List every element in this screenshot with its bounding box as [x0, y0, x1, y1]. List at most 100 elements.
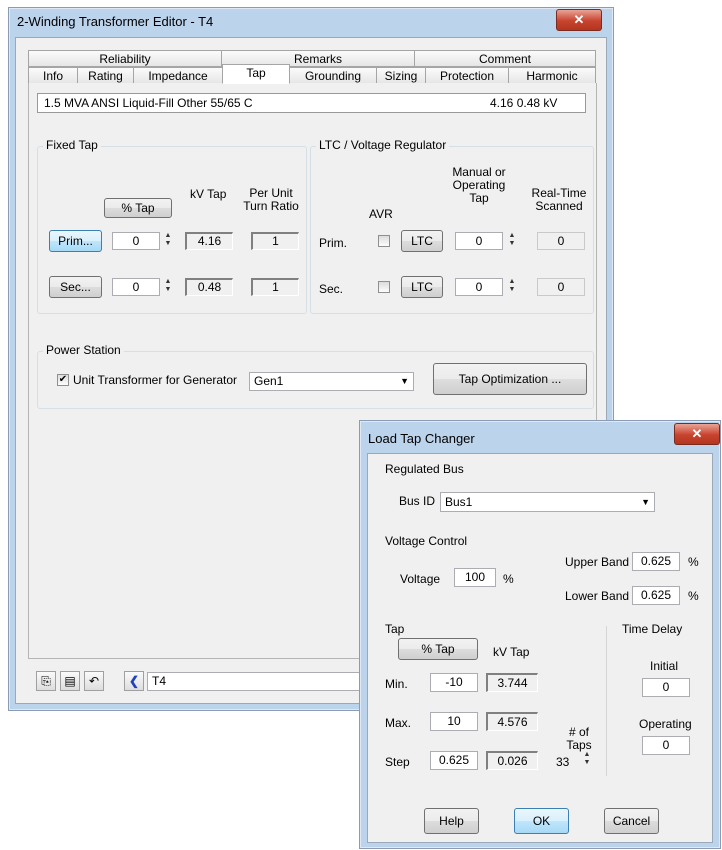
tab-sizing[interactable]: Sizing: [376, 67, 426, 84]
ltc-prim-label: Prim.: [319, 236, 347, 250]
tab-label: Protection: [439, 69, 495, 83]
cancel-button[interactable]: Cancel: [604, 808, 659, 834]
pct-tap-button[interactable]: % Tap: [104, 198, 172, 218]
num-taps-spinner[interactable]: ▲ ▼: [581, 751, 593, 769]
max-kv-field: 4.576: [486, 712, 538, 731]
regulated-bus-label: Regulated Bus: [385, 462, 464, 476]
element-id-value: T4: [152, 674, 167, 688]
element-id-select[interactable]: T4: [147, 672, 367, 691]
undo-icon[interactable]: ↶: [84, 671, 104, 691]
tab-reliability[interactable]: Reliability: [28, 50, 222, 67]
prim-manual-tap-spinner[interactable]: ▲ ▼: [506, 232, 518, 250]
generator-value: Gen1: [254, 374, 284, 388]
sec-avr-checkbox[interactable]: [378, 281, 390, 293]
lower-band-label: Lower Band: [565, 589, 630, 603]
tab-harmonic[interactable]: Harmonic: [508, 67, 596, 84]
previous-icon[interactable]: ❮: [124, 671, 144, 691]
tab-label: Rating: [88, 69, 123, 83]
tap-label: Tap: [385, 622, 405, 636]
info-kv: 4.16 0.48 kV: [490, 96, 558, 110]
prim-kv-field[interactable]: 4.16: [185, 232, 233, 250]
title-bar[interactable]: 2-Winding Transformer Editor - T4 ✕: [9, 8, 613, 36]
sec-button[interactable]: Sec...: [49, 276, 102, 298]
tab-comment[interactable]: Comment: [414, 50, 596, 67]
upper-band-field[interactable]: 0.625: [632, 552, 680, 571]
copy-icon[interactable]: ⎘: [36, 671, 56, 691]
lower-band-unit: %: [688, 589, 699, 603]
sec-ltc-button[interactable]: LTC: [401, 276, 443, 298]
min-label: Min.: [385, 677, 408, 691]
dialog-title-bar[interactable]: Load Tap Changer ✕: [360, 421, 720, 449]
bus-id-select[interactable]: Bus1 ▼: [440, 492, 655, 512]
prim-pu-field[interactable]: 1: [251, 232, 299, 250]
upper-band-unit: %: [688, 555, 699, 569]
ltc-label: LTC / Voltage Regulator: [316, 138, 450, 152]
bus-id-label: Bus ID: [399, 494, 436, 508]
initial-field[interactable]: 0: [642, 678, 690, 697]
realtime-header: Real-Time Scanned: [531, 186, 587, 213]
tab-label: Info: [42, 69, 63, 83]
prim-tap-spinner[interactable]: ▲ ▼: [162, 232, 174, 250]
sec-pu-field[interactable]: 1: [251, 278, 299, 296]
max-tap-field[interactable]: 10: [430, 712, 478, 731]
dialog-client-area: Regulated Bus Bus ID Bus1 ▼ Voltage Cont…: [367, 453, 713, 843]
unit-transformer-checkbox[interactable]: ✔: [57, 374, 69, 386]
manual-tap-header: Manual or Operating Tap: [452, 165, 506, 205]
tab-protection[interactable]: Protection: [425, 67, 509, 84]
prim-ltc-button[interactable]: LTC: [401, 230, 443, 252]
ok-button[interactable]: OK: [514, 808, 569, 834]
lower-band-field[interactable]: 0.625: [632, 586, 680, 605]
close-button[interactable]: ✕: [556, 9, 602, 31]
prim-tap-field[interactable]: 0: [112, 232, 160, 250]
tab-tap[interactable]: Tap: [222, 64, 290, 84]
voltage-label: Voltage: [400, 572, 441, 586]
unit-transformer-label: Unit Transformer for Generator: [73, 373, 238, 387]
power-station-label: Power Station: [43, 343, 124, 357]
tab-grounding[interactable]: Grounding: [289, 67, 377, 84]
voltage-field[interactable]: 100: [454, 568, 496, 587]
help-button[interactable]: Help: [424, 808, 479, 834]
time-delay-label: Time Delay: [622, 622, 683, 636]
num-taps-value[interactable]: 33: [556, 755, 569, 769]
generator-select[interactable]: Gen1 ▼: [249, 372, 414, 391]
prim-avr-checkbox[interactable]: [378, 235, 390, 247]
window-title: 2-Winding Transformer Editor - T4: [17, 14, 214, 29]
sec-tap-field[interactable]: 0: [112, 278, 160, 296]
paste-icon[interactable]: ▤: [60, 671, 80, 691]
fixed-tap-label: Fixed Tap: [43, 138, 101, 152]
sec-kv-field[interactable]: 0.48: [185, 278, 233, 296]
chevron-down-icon: ▼: [400, 376, 409, 386]
sec-tap-spinner[interactable]: ▲ ▼: [162, 278, 174, 296]
pu-turn-ratio-header: Per Unit Turn Ratio: [243, 186, 299, 213]
time-delay-divider: [606, 626, 607, 776]
tab-label: Remarks: [293, 52, 342, 66]
num-taps-label: # of Taps: [566, 725, 592, 752]
avr-header: AVR: [369, 207, 393, 221]
prim-button[interactable]: Prim...: [49, 230, 102, 252]
tab-label: Sizing: [384, 69, 418, 83]
ltc-sec-label: Sec.: [319, 282, 344, 296]
tab-rating[interactable]: Rating: [77, 67, 134, 84]
dialog-kv-tap-header: kV Tap: [493, 645, 530, 659]
info-summary: 1.5 MVA ANSI Liquid-Fill Other 55/65 C: [44, 96, 253, 110]
sec-manual-tap-spinner[interactable]: ▲ ▼: [506, 278, 518, 296]
voltage-control-label: Voltage Control: [385, 534, 468, 548]
prim-manual-tap-field[interactable]: 0: [455, 232, 503, 250]
voltage-unit: %: [503, 572, 514, 586]
dialog-title: Load Tap Changer: [368, 431, 475, 446]
tab-impedance[interactable]: Impedance: [133, 67, 223, 84]
tab-info[interactable]: Info: [28, 67, 78, 84]
prim-scanned-field: 0: [537, 232, 585, 250]
dialog-close-button[interactable]: ✕: [674, 423, 720, 445]
initial-label: Initial: [650, 659, 679, 673]
step-kv-field: 0.026: [486, 751, 538, 770]
tap-optimization-button[interactable]: Tap Optimization ...: [433, 363, 587, 395]
load-tap-changer-dialog: Load Tap Changer ✕ Regulated Bus Bus ID …: [359, 420, 721, 849]
tab-label: Impedance: [148, 69, 208, 83]
sec-manual-tap-field[interactable]: 0: [455, 278, 503, 296]
step-tap-field[interactable]: 0.625: [430, 751, 478, 770]
operating-field[interactable]: 0: [642, 736, 690, 755]
bus-id-value: Bus1: [445, 495, 473, 509]
dialog-pct-tap-button[interactable]: % Tap: [398, 638, 478, 660]
min-tap-field[interactable]: -10: [430, 673, 478, 692]
